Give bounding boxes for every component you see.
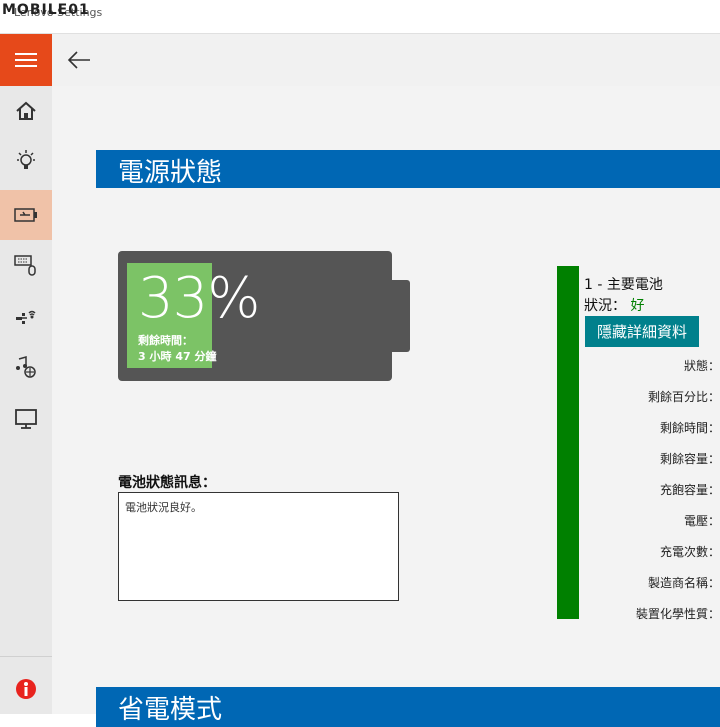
detail-field-voltage: 電壓：: [683, 514, 720, 528]
condition-label: 狀況：: [584, 298, 626, 314]
sidebar-item-home[interactable]: [0, 86, 52, 136]
remaining-time-value: 3 小時 47 分鐘: [138, 350, 217, 363]
section-title: 電源狀態: [118, 158, 223, 188]
condition-value: 好: [630, 298, 645, 314]
hide-details-button[interactable]: 隱藏詳細資料: [585, 316, 699, 347]
battery-status-message-box: 電池狀況良好。: [118, 492, 399, 601]
battery-status-message-text: 電池狀況良好。: [125, 501, 202, 514]
battery-icon: [14, 208, 37, 222]
monitor-icon: [15, 409, 37, 429]
detail-field-manufacturer: 製造商名稱：: [647, 576, 720, 590]
audio-icon: [16, 356, 36, 378]
battery-condition: 狀況： 好: [584, 295, 644, 315]
detail-field-remaining-capacity: 剩餘容量：: [659, 452, 720, 466]
lightbulb-icon: [17, 150, 35, 169]
detail-field-chemistry: 裝置化學性質：: [635, 607, 720, 621]
sidebar-item-power[interactable]: [0, 190, 52, 240]
section-header-power-status: 電源狀態: [96, 150, 720, 188]
feedback-button[interactable]: [0, 664, 52, 714]
sidebar-item-display[interactable]: [0, 394, 52, 444]
battery-status-message-label: 電池狀態訊息：: [118, 475, 216, 491]
sidebar-item-audio[interactable]: [0, 342, 52, 392]
battery-detail-list: 狀態： 剩餘百分比： 剩餘時間： 剩餘容量： 充飽容量： 電壓： 充電次數： 製…: [592, 357, 720, 636]
sidebar-item-input[interactable]: [0, 240, 52, 290]
back-button[interactable]: [64, 46, 94, 74]
next-section-title: 省電模式: [118, 695, 223, 725]
main-content: 電源狀態 33% 剩餘時間： 3 小時 47 分鐘 電池狀態訊息： 電池狀況良好…: [52, 86, 720, 727]
feedback-icon: [16, 679, 36, 699]
title-bar: Lenovo Settings MOBILE01: [0, 0, 720, 34]
section-header-power-saving: 省電模式: [96, 687, 720, 727]
battery-percent: 33%: [138, 266, 260, 331]
remaining-time-label: 剩餘時間：: [138, 334, 193, 347]
hamburger-icon: [15, 53, 37, 67]
home-icon: [16, 101, 36, 120]
back-arrow-icon: [67, 51, 90, 69]
battery-health-bar: [557, 266, 579, 619]
battery-terminal: [392, 280, 410, 352]
detail-field-cycle-count: 充電次數：: [659, 545, 720, 559]
network-icon: [16, 310, 36, 324]
battery-name: 1 - 主要電池: [584, 277, 663, 293]
hamburger-menu-button[interactable]: [0, 34, 52, 86]
detail-field-status: 狀態：: [683, 359, 720, 373]
detail-field-remaining-time: 剩餘時間：: [659, 421, 720, 435]
watermark: MOBILE01: [2, 2, 90, 18]
sidebar-item-network[interactable]: [0, 292, 52, 342]
sidebar-item-tips[interactable]: [0, 136, 52, 186]
sidebar-divider: [0, 656, 52, 657]
sidebar: [0, 34, 52, 714]
keyboard-mouse-icon: [14, 255, 36, 276]
detail-field-remaining-percent: 剩餘百分比：: [647, 390, 720, 404]
detail-field-full-capacity: 充飽容量：: [659, 483, 720, 497]
toolbar: [52, 34, 720, 86]
